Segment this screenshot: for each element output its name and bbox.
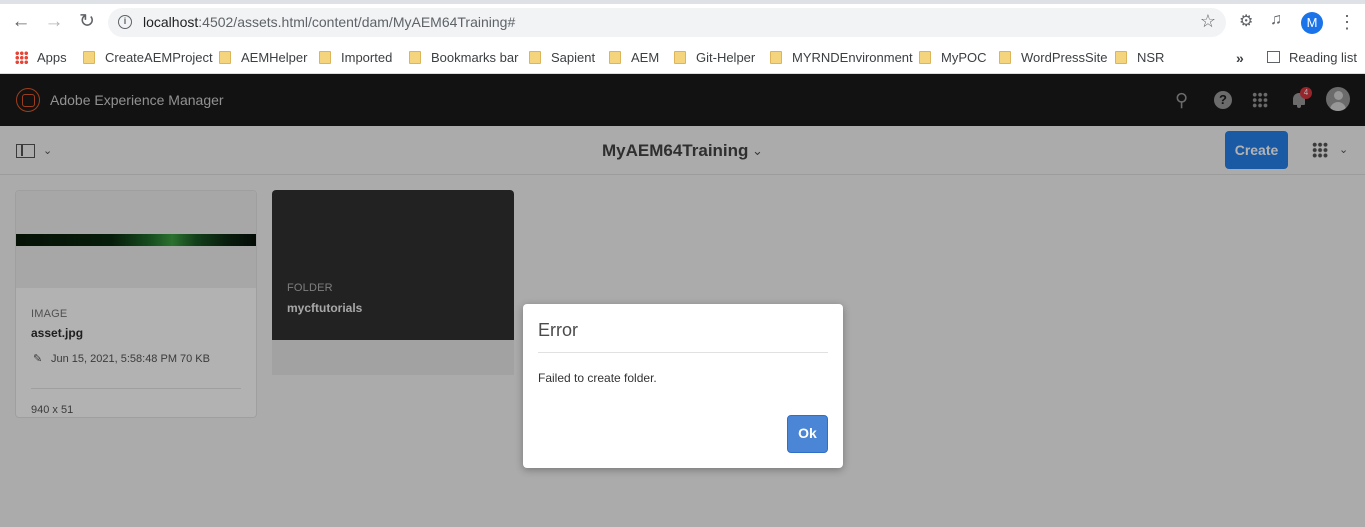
address-bar[interactable]: i localhost:4502/assets.html/content/dam… (108, 8, 1226, 37)
folder-icon (529, 51, 541, 64)
bookmark-bookmarks-bar[interactable]: Bookmarks bar (409, 48, 518, 68)
folder-icon (999, 51, 1011, 64)
bookmark-apps[interactable]: Apps (15, 48, 67, 68)
dialog-title: Error (538, 320, 578, 340)
back-arrow-icon[interactable]: ← (10, 11, 32, 33)
url-text[interactable]: localhost:4502/assets.html/content/dam/M… (143, 14, 515, 30)
folder-icon (609, 51, 621, 64)
bookmark-sapient[interactable]: Sapient (529, 48, 595, 68)
error-dialog: Error Failed to create folder. Ok (523, 304, 843, 468)
forward-arrow-icon[interactable]: → (43, 11, 65, 33)
bookmarks-bar: Apps CreateAEMProject AEMHelper Imported… (0, 42, 1365, 74)
bookmark-myrndenvironment[interactable]: MYRNDEnvironment (770, 48, 913, 68)
apps-grid-icon (15, 51, 28, 64)
folder-icon (770, 51, 782, 64)
profile-avatar[interactable]: M (1301, 12, 1323, 34)
bookmark-imported[interactable]: Imported (319, 48, 392, 68)
ok-button[interactable]: Ok (787, 415, 828, 453)
folder-icon (319, 51, 331, 64)
bookmark-git-helper[interactable]: Git-Helper (674, 48, 755, 68)
reading-list-icon (1267, 51, 1280, 63)
bookmark-wordpresssite[interactable]: WordPressSite (999, 48, 1107, 68)
extensions-puzzle-icon[interactable]: ⚙ (1239, 11, 1253, 31)
site-info-icon[interactable]: i (118, 15, 132, 29)
bookmark-aemhelper[interactable]: AEMHelper (219, 48, 307, 68)
bookmarks-overflow-button[interactable]: » (1236, 48, 1244, 68)
media-controls-icon[interactable]: ♫ (1270, 11, 1282, 29)
bookmark-star-icon[interactable]: ☆ (1200, 11, 1216, 32)
reading-list-button[interactable]: Reading list (1267, 48, 1357, 68)
folder-icon (919, 51, 931, 64)
folder-icon (409, 51, 421, 64)
folder-icon (674, 51, 686, 64)
dialog-message: Failed to create folder. (538, 371, 657, 385)
bookmark-mypoc[interactable]: MyPOC (919, 48, 987, 68)
bookmark-createaemproject[interactable]: CreateAEMProject (83, 48, 213, 68)
browser-toolbar: ← → ↻ i localhost:4502/assets.html/conte… (0, 0, 1365, 42)
folder-icon (219, 51, 231, 64)
folder-icon (1115, 51, 1127, 64)
bookmark-nsr[interactable]: NSR (1115, 48, 1164, 68)
folder-icon (83, 51, 95, 64)
tab-strip (0, 0, 1365, 4)
browser-menu-icon[interactable]: ⋮ (1338, 12, 1356, 32)
dialog-divider (538, 352, 828, 353)
bookmark-aem[interactable]: AEM (609, 48, 659, 68)
reload-icon[interactable]: ↻ (76, 11, 98, 33)
